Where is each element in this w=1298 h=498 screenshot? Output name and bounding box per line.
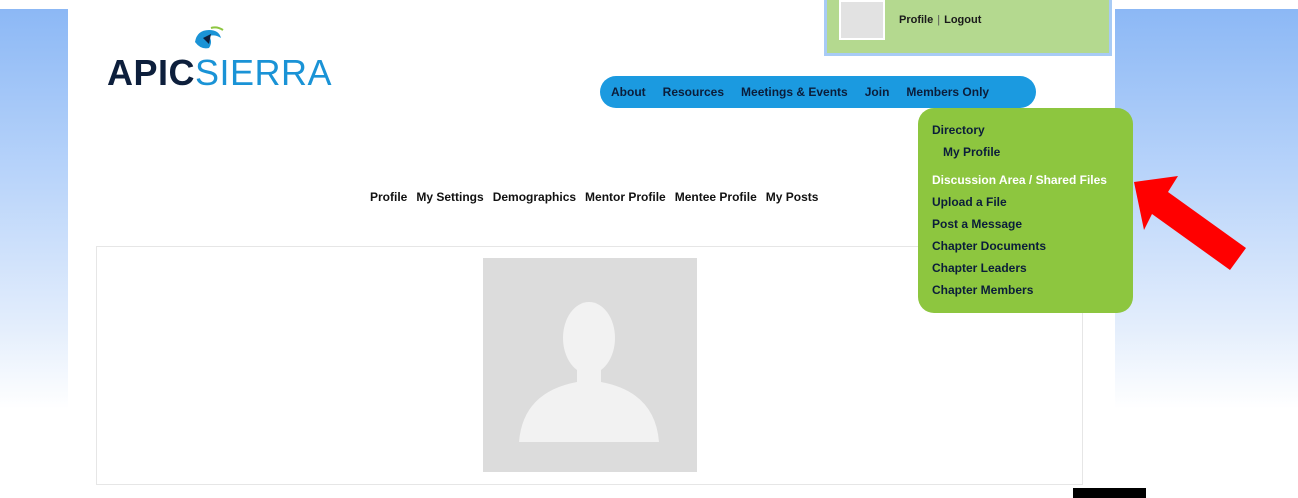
apic-sierra-logo[interactable]: APICSIERRA — [107, 24, 357, 94]
logout-link[interactable]: Logout — [944, 14, 981, 26]
profile-silhouette-icon — [483, 258, 697, 472]
user-profile-link[interactable]: Profile — [899, 14, 933, 26]
logo-text: APICSIERRA — [107, 52, 332, 94]
main-navigation: About Resources Meetings & Events Join M… — [600, 76, 1036, 108]
subnav-mentor-profile[interactable]: Mentor Profile — [585, 190, 666, 204]
dropdown-chapter-members[interactable]: Chapter Members — [932, 282, 1133, 304]
logo-apic: APIC — [107, 52, 196, 93]
dropdown-discussion-area[interactable]: Discussion Area / Shared Files — [932, 172, 1133, 194]
user-avatar[interactable] — [839, 0, 885, 40]
nav-about[interactable]: About — [611, 85, 646, 99]
avatar-silhouette-icon — [841, 2, 883, 38]
logo-sierra: SIERRA — [195, 52, 333, 93]
profile-picture — [483, 258, 697, 472]
user-links: Profile | Logout — [899, 14, 985, 26]
dropdown-chapter-documents[interactable]: Chapter Documents — [932, 238, 1133, 260]
nav-meetings-events[interactable]: Meetings & Events — [741, 85, 848, 99]
subnav-my-posts[interactable]: My Posts — [766, 190, 819, 204]
dropdown-my-profile[interactable]: My Profile — [932, 144, 1133, 166]
user-panel: Profile | Logout — [824, 0, 1112, 56]
red-arrow-icon — [1134, 176, 1246, 270]
subnav-demographics[interactable]: Demographics — [493, 190, 576, 204]
nav-members-only[interactable]: Members Only — [906, 85, 989, 99]
subnav-mentee-profile[interactable]: Mentee Profile — [675, 190, 757, 204]
dropdown-upload-file[interactable]: Upload a File — [932, 194, 1133, 216]
subnav-profile[interactable]: Profile — [370, 190, 407, 204]
profile-sub-navigation: Profile My Settings Demographics Mentor … — [370, 190, 827, 204]
logo-bird-icon — [195, 26, 224, 49]
dropdown-directory[interactable]: Directory — [932, 122, 1133, 144]
members-only-dropdown: Directory My Profile Discussion Area / S… — [918, 108, 1133, 313]
subnav-my-settings[interactable]: My Settings — [416, 190, 483, 204]
black-block — [1073, 488, 1146, 498]
left-background-gradient — [0, 9, 68, 409]
dropdown-chapter-leaders[interactable]: Chapter Leaders — [932, 260, 1133, 282]
nav-resources[interactable]: Resources — [663, 85, 724, 99]
user-link-separator: | — [937, 14, 941, 26]
nav-join[interactable]: Join — [865, 85, 890, 99]
dropdown-post-message[interactable]: Post a Message — [932, 216, 1133, 238]
